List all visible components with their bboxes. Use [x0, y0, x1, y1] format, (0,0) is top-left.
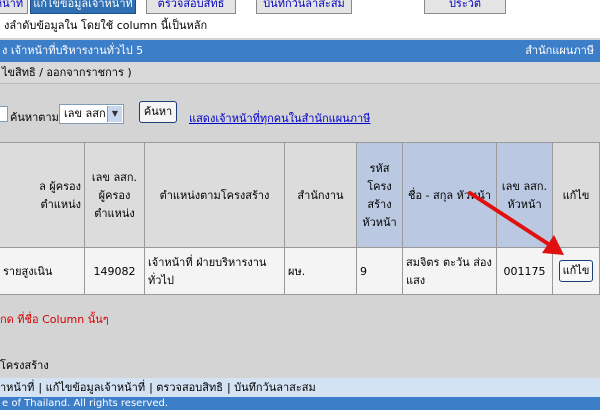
structure-label: โครงสร้าง: [0, 359, 49, 372]
title-bar: ง เจ้าหน้าที่บริหารงานทั่วไป 5 สำนักแผนภ…: [0, 40, 600, 62]
footer-link-edit-staff[interactable]: แก้ไขข้อมูลเจ้าหน้าที่: [46, 381, 146, 394]
tab-home[interactable]: หน้าที่: [0, 0, 28, 14]
footer-link-leave-record[interactable]: บันทึกวันลาสะสม: [234, 381, 316, 394]
filter-checkbox[interactable]: [0, 106, 8, 122]
footer-link-staff[interactable]: าหน้าที่: [0, 381, 34, 394]
search-by-label: ค้นหาตาม: [10, 111, 59, 124]
search-row: ค้นหาตาม เลข ลสก ▼ ค้นหา แสดงเจ้าหน้าที่…: [0, 84, 600, 142]
tab-leave-record[interactable]: บันทึกวันลาสะสม: [256, 0, 352, 14]
search-field-select[interactable]: เลข ลสก ▼: [59, 104, 124, 124]
tab-history[interactable]: ประวัติ: [424, 0, 506, 14]
footer-links: าหน้าที่ | แก้ไขข้อมูลเจ้าหน้าที่ | ตรวจสอ…: [0, 378, 600, 397]
col-position[interactable]: ตำแหน่งตามโครงสร้าง: [144, 142, 285, 248]
cell-struct-code: 9: [356, 247, 403, 295]
title-left: ง เจ้าหน้าที่บริหารงานทั่วไป 5: [2, 44, 144, 57]
tab-check-rights[interactable]: ตรวจสอบสิทธิ: [146, 0, 236, 14]
chevron-down-icon[interactable]: ▼: [107, 106, 122, 122]
col-holder-name[interactable]: ล ผู้ครองตำแหน่ง: [0, 142, 85, 248]
col-office[interactable]: สำนักงาน: [284, 142, 357, 248]
col-holder-id[interactable]: เลข ลสก. ผู้ครอง ตำแหน่ง: [84, 142, 145, 248]
search-select-value: เลข ลสก: [64, 107, 106, 120]
cell-office: ผษ.: [284, 247, 357, 295]
title-right: สำนักแผนภาษี: [525, 44, 594, 57]
tab-edit-staff[interactable]: แก้ไขข้อมูลเจ้าหน้าที่: [30, 0, 136, 14]
sort-hint: กด ที่ชื่อ Column นั้นๆ: [0, 313, 109, 326]
search-button[interactable]: ค้นหา: [139, 101, 177, 123]
col-struct-code[interactable]: รหัส โครง สร้าง หัวหน้า: [356, 142, 403, 248]
cell-name: รายสูงเนิน: [0, 247, 85, 295]
red-arrow-icon: [468, 191, 564, 255]
show-all-staff-link[interactable]: แสดงเจ้าหน้าที่ทุกคนในสำนักแผนภาษี: [189, 109, 370, 127]
footer-link-check-rights[interactable]: ตรวจสอบสิทธิ: [156, 381, 223, 394]
cell-position: เจ้าหน้าที่ ฝ่ายบริหารงาน ทั่วไป: [144, 247, 285, 295]
top-tabs: หน้าที่ แก้ไขข้อมูลเจ้าหน้าที่ ตรวจสอบสิ…: [0, 0, 600, 14]
sub-bar: ไขสิทธิ / ออกจากราชการ ): [0, 62, 600, 84]
copyright: e of Thailand. All rights reserved.: [0, 397, 600, 410]
sort-note: งลำดับข้อมูลใน โดยใช้ column นี้เป็นหลัก: [0, 14, 600, 38]
cell-id: 149082: [84, 247, 145, 295]
